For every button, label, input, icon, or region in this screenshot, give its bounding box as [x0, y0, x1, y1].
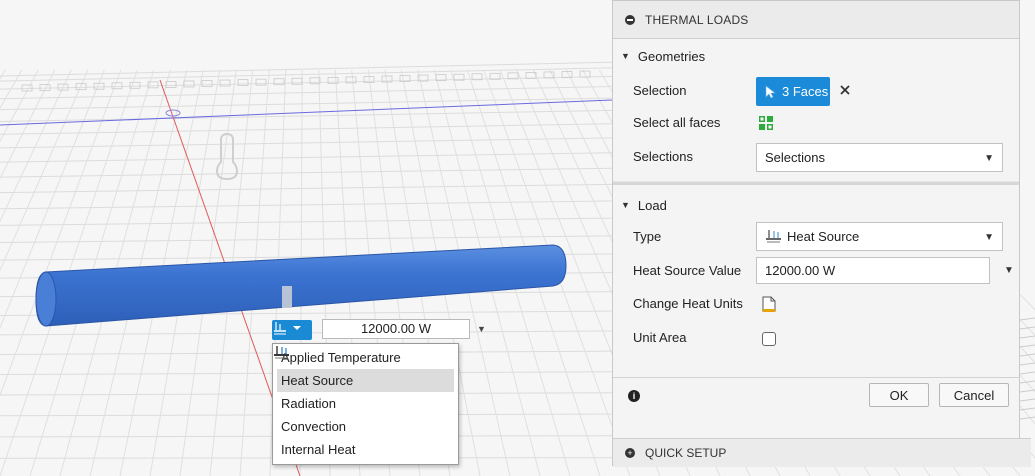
change-units-icon[interactable]	[761, 296, 777, 313]
selection-row: Selection 3 Faces	[613, 75, 1019, 107]
section-divider	[613, 181, 1019, 185]
change-heat-units-label: Change Heat Units	[633, 296, 743, 311]
heat-source-icon	[766, 229, 781, 242]
unit-area-row: Unit Area	[613, 321, 1019, 355]
quick-setup-title: QUICK SETUP	[645, 446, 727, 460]
panel-footer: i OK Cancel	[613, 377, 1019, 414]
load-type-menu: Applied Temperature Heat Source Radiation C…	[272, 343, 459, 465]
menu-item-label: Internal Heat	[281, 442, 356, 457]
menu-item-label: Convection	[281, 419, 347, 434]
selections-row: Selections Selections ▼	[613, 139, 1019, 175]
select-all-row: Select all faces	[613, 107, 1019, 139]
select-all-label: Select all faces	[633, 115, 721, 130]
expand-triangle-icon: ▼	[621, 200, 630, 210]
heat-value-field[interactable]: 12000.00 W	[322, 319, 470, 339]
unit-area-checkbox[interactable]	[762, 332, 776, 346]
faces-selection-button[interactable]: 3 Faces	[756, 77, 830, 106]
unit-area-label: Unit Area	[633, 330, 687, 345]
type-dropdown[interactable]: Heat Source ▼	[756, 222, 1003, 251]
heat-value-dropdown-icon[interactable]: ▼	[477, 320, 486, 338]
load-type-selector-button[interactable]	[272, 320, 312, 340]
menu-item-label: Heat Source	[281, 373, 354, 388]
menu-item-label: Applied Temperature	[281, 350, 401, 365]
heat-value-menu-icon[interactable]: ▼	[1004, 265, 1014, 276]
selections-dropdown[interactable]: Selections ▼	[756, 143, 1003, 172]
info-icon[interactable]: i	[628, 390, 640, 402]
menu-item-convection[interactable]: Convection	[274, 346, 454, 438]
menu-item-radiation[interactable]: Radiation	[274, 346, 454, 415]
type-label: Type	[633, 229, 662, 244]
type-row: Type Heat Source ▼	[613, 219, 1019, 255]
cancel-button[interactable]: Cancel	[939, 383, 1009, 407]
expand-triangle-icon: ▼	[621, 51, 630, 61]
heat-source-icon	[274, 322, 301, 335]
heat-source-value-label: Heat Source Value	[633, 263, 742, 278]
load-section-header[interactable]: ▼ Load	[613, 191, 1019, 219]
select-all-faces-icon[interactable]	[758, 115, 774, 131]
selections-label: Selections	[633, 149, 693, 164]
clear-selection-icon[interactable]	[838, 83, 852, 97]
change-heat-units-row: Change Heat Units	[613, 287, 1019, 321]
geometries-heading: Geometries	[637, 48, 706, 64]
load-heading: Load	[637, 197, 667, 213]
menu-item-applied-temperature[interactable]: Applied Temperature	[274, 346, 454, 369]
ok-button[interactable]: OK	[869, 383, 929, 407]
menu-item-internal-heat[interactable]: Internal Heat	[274, 346, 454, 461]
menu-item-heat-source[interactable]: Heat Source	[274, 346, 454, 392]
heat-source-value-row: Heat Source Value 12000.00 W ▼	[613, 255, 1019, 287]
geometries-section-header[interactable]: ▼ Geometries	[613, 39, 1019, 73]
type-value: Heat Source	[787, 229, 860, 244]
thermal-loads-panel: THERMAL LOADS ▼ Geometries Selection 3 F…	[612, 0, 1031, 467]
collapse-panel-icon[interactable]	[625, 14, 635, 25]
heat-source-value-input[interactable]: 12000.00 W	[756, 257, 990, 284]
faces-count: 3 Faces	[782, 84, 829, 99]
menu-item-label: Radiation	[281, 396, 336, 411]
chevron-down-icon: ▼	[984, 153, 994, 164]
chevron-down-icon	[293, 326, 301, 330]
chevron-down-icon: ▼	[984, 232, 994, 243]
selection-label: Selection	[633, 83, 687, 98]
selections-value: Selections	[765, 150, 825, 165]
cursor-arrow-icon	[765, 84, 776, 98]
quick-setup-header[interactable]: + QUICK SETUP	[613, 438, 1031, 467]
panel-title: THERMAL LOADS	[645, 12, 749, 27]
panel-header[interactable]: THERMAL LOADS	[613, 1, 1019, 39]
internal-heat-icon	[274, 346, 289, 359]
expand-quick-setup-icon[interactable]: +	[625, 448, 635, 458]
